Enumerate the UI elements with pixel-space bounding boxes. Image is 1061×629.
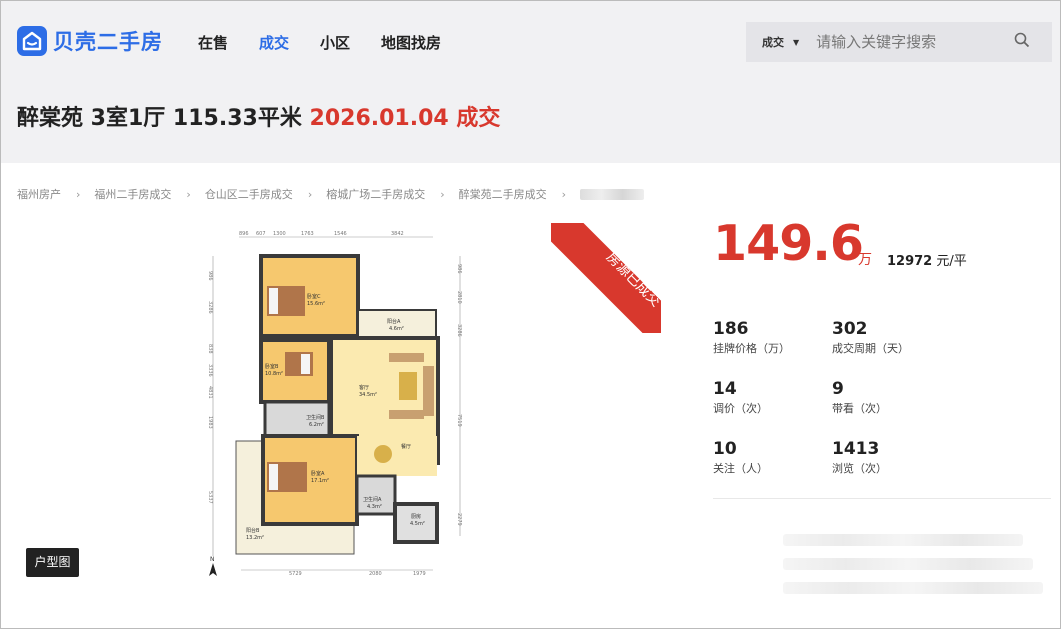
svg-text:2810: 2810: [456, 291, 462, 304]
chevron-right-icon: ›: [440, 187, 445, 201]
stat-page-views: 1413 浏览（次）: [832, 439, 887, 475]
svg-text:卧室B: 卧室B: [265, 363, 279, 370]
svg-text:客厅: 客厅: [359, 384, 369, 391]
search-input[interactable]: [816, 33, 1007, 51]
page-title: 醉棠苑 3室1厅 115.33平米 2026.01.04 成交: [17, 100, 500, 132]
blurred-content: [713, 534, 1043, 614]
svg-text:2279: 2279: [456, 513, 462, 526]
chevron-right-icon: ›: [186, 187, 191, 201]
svg-text:卧室A: 卧室A: [311, 470, 325, 477]
stat-deal-cycle: 302 成交周期（天）: [832, 319, 909, 355]
nav-on-sale[interactable]: 在售: [198, 32, 228, 53]
top-header: 贝壳二手房 在售 成交 小区 地图找房 成交 ▼ 醉棠苑 3室1厅 115.33…: [1, 1, 1060, 163]
svg-text:4.3m²: 4.3m²: [367, 504, 382, 510]
svg-text:4.6m²: 4.6m²: [389, 326, 404, 332]
deal-date: 2026.01.04 成交: [309, 106, 501, 131]
breadcrumb-item[interactable]: 醉棠苑二手房成交: [459, 186, 547, 202]
breadcrumb: 福州房产 › 福州二手房成交 › 仓山区二手房成交 › 榕城广场二手房成交 › 醉棠苑二…: [17, 186, 645, 202]
site-logo[interactable]: 贝壳二手房: [17, 26, 163, 56]
svg-text:1546: 1546: [334, 231, 347, 237]
svg-text:1300: 1300: [273, 231, 286, 237]
svg-text:10.8m²: 10.8m²: [265, 371, 283, 377]
chevron-right-icon: ›: [76, 187, 81, 201]
total-price-unit: 万: [858, 252, 872, 268]
svg-text:阳台A: 阳台A: [387, 318, 401, 325]
listing-name: 醉棠苑 3室1厅 115.33平米: [17, 106, 302, 131]
logo-text: 贝壳二手房: [53, 30, 163, 54]
stat-followers: 10 关注（人）: [713, 439, 768, 475]
svg-text:838: 838: [207, 344, 213, 354]
svg-text:15.6m²: 15.6m²: [307, 301, 325, 307]
svg-text:5729: 5729: [289, 571, 302, 577]
nav-map-search[interactable]: 地图找房: [381, 32, 441, 53]
svg-text:2080: 2080: [369, 571, 382, 577]
caret-down-icon[interactable]: ▼: [793, 38, 799, 47]
svg-text:厨房: 厨房: [411, 513, 421, 520]
chevron-right-icon: ›: [561, 187, 567, 201]
svg-text:986: 986: [207, 271, 213, 281]
svg-text:1983: 1983: [207, 416, 213, 429]
unit-price-suffix: 元/平: [936, 254, 967, 269]
stat-price-adjust: 14 调价（次）: [713, 379, 768, 415]
main-nav: 在售 成交 小区 地图找房: [198, 32, 472, 53]
sold-ribbon: 房源已成交: [551, 223, 661, 333]
stat-viewings: 9 带看（次）: [832, 379, 887, 415]
svg-text:N: N: [210, 556, 215, 563]
chevron-right-icon: ›: [307, 187, 313, 201]
svg-text:34.5m²: 34.5m²: [359, 392, 377, 398]
svg-text:7519: 7519: [456, 414, 462, 427]
total-price: 149.6: [713, 215, 864, 272]
search-box: 成交 ▼: [746, 22, 1052, 62]
unit-price-value: 12972: [887, 254, 933, 269]
svg-text:896: 896: [239, 231, 249, 237]
floorplan-tag-button[interactable]: 户型图: [26, 548, 79, 577]
search-type-select[interactable]: 成交: [762, 34, 784, 50]
svg-text:卧室C: 卧室C: [307, 293, 321, 300]
svg-text:607: 607: [256, 231, 266, 237]
breadcrumb-item[interactable]: 榕城广场二手房成交: [326, 186, 425, 202]
svg-text:卫生间B: 卫生间B: [306, 414, 325, 421]
svg-text:4831: 4831: [207, 386, 213, 399]
breadcrumb-item[interactable]: 福州房产: [17, 186, 61, 202]
nav-community[interactable]: 小区: [320, 32, 350, 53]
svg-text:阳台B: 阳台B: [246, 527, 260, 534]
breadcrumb-item[interactable]: 福州二手房成交: [94, 186, 171, 202]
svg-text:3336: 3336: [207, 364, 213, 377]
floorplan-image[interactable]: 896 607 1300 1763 1546 3842 5729 2080 19…: [201, 226, 471, 581]
svg-text:13.2m²: 13.2m²: [246, 535, 264, 541]
house-logo-icon: [17, 26, 47, 56]
svg-text:3286: 3286: [207, 301, 213, 314]
svg-text:3286: 3286: [456, 324, 462, 337]
search-icon[interactable]: [1014, 32, 1030, 52]
unit-price: 12972 元/平: [887, 250, 967, 269]
stat-listing-price: 186 挂牌价格（万）: [713, 319, 790, 355]
svg-text:1763: 1763: [301, 231, 314, 237]
svg-text:5337: 5337: [207, 491, 213, 504]
nav-sold[interactable]: 成交: [259, 32, 289, 53]
svg-text:17.1m²: 17.1m²: [311, 478, 329, 484]
svg-text:1979: 1979: [413, 571, 426, 577]
svg-text:4.5m²: 4.5m²: [410, 521, 425, 527]
section-divider: [713, 498, 1051, 499]
svg-text:餐厅: 餐厅: [401, 443, 411, 450]
svg-text:卫生间A: 卫生间A: [363, 496, 382, 503]
svg-text:6.2m²: 6.2m²: [309, 422, 324, 428]
breadcrumb-blurred-item: [580, 188, 645, 200]
svg-text:3842: 3842: [391, 231, 404, 237]
svg-text:986: 986: [456, 264, 462, 274]
breadcrumb-item[interactable]: 仓山区二手房成交: [205, 186, 293, 202]
